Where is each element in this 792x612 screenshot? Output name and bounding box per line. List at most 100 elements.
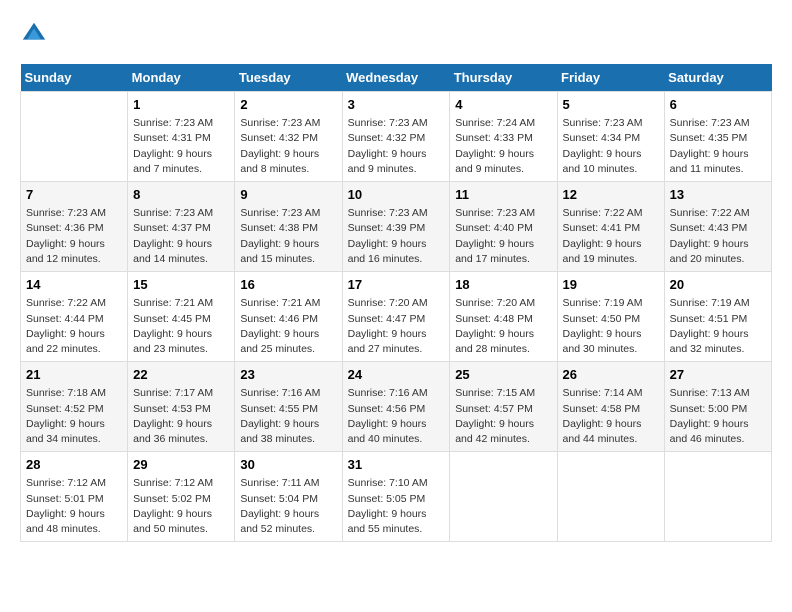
day-info: Sunrise: 7:18 AM Sunset: 4:52 PM Dayligh…: [26, 386, 122, 447]
calendar-cell: 5 Sunrise: 7:23 AM Sunset: 4:34 PM Daylig…: [557, 92, 664, 182]
day-info: Sunrise: 7:23 AM Sunset: 4:36 PM Dayligh…: [26, 206, 122, 267]
day-info: Sunrise: 7:23 AM Sunset: 4:37 PM Dayligh…: [133, 206, 229, 267]
day-number: 27: [670, 366, 766, 384]
calendar-cell: 13 Sunrise: 7:22 AM Sunset: 4:43 PM Dayli…: [664, 182, 771, 272]
day-number: 17: [348, 276, 445, 294]
calendar-cell: 10Sunrise: 7:23 AM Sunset: 4:39 PM Dayli…: [342, 182, 450, 272]
day-number: 3: [348, 96, 445, 114]
day-of-week-header: Wednesday: [342, 64, 450, 92]
calendar-cell: 31 Sunrise: 7:10 AM Sunset: 5:05 PM Dayli…: [342, 452, 450, 542]
day-of-week-header: Monday: [128, 64, 235, 92]
calendar-cell: 1Sunrise: 7:23 AM Sunset: 4:31 PM Daylig…: [128, 92, 235, 182]
calendar-cell: [664, 452, 771, 542]
day-number: 4: [455, 96, 551, 114]
day-info: Sunrise: 7:15 AM Sunset: 4:57 PM Dayligh…: [455, 386, 551, 447]
calendar-cell: 7 Sunrise: 7:23 AM Sunset: 4:36 PM Daylig…: [21, 182, 128, 272]
day-number: 6: [670, 96, 766, 114]
day-number: 26: [563, 366, 659, 384]
logo-icon: [20, 20, 48, 48]
calendar-cell: 11Sunrise: 7:23 AM Sunset: 4:40 PM Dayli…: [450, 182, 557, 272]
calendar-cell: 23 Sunrise: 7:16 AM Sunset: 4:55 PM Dayli…: [235, 362, 342, 452]
day-number: 19: [563, 276, 659, 294]
day-number: 10: [348, 186, 445, 204]
day-number: 30: [240, 456, 336, 474]
calendar-cell: [450, 452, 557, 542]
calendar-cell: 9 Sunrise: 7:23 AM Sunset: 4:38 PM Daylig…: [235, 182, 342, 272]
day-number: 2: [240, 96, 336, 114]
day-info: Sunrise: 7:23 AM Sunset: 4:38 PM Dayligh…: [240, 206, 336, 267]
day-number: 7: [26, 186, 122, 204]
calendar-cell: 8 Sunrise: 7:23 AM Sunset: 4:37 PM Daylig…: [128, 182, 235, 272]
calendar-cell: 28 Sunrise: 7:12 AM Sunset: 5:01 PM Dayli…: [21, 452, 128, 542]
day-info: Sunrise: 7:22 AM Sunset: 4:41 PM Dayligh…: [563, 206, 659, 267]
calendar-cell: 17 Sunrise: 7:20 AM Sunset: 4:47 PM Dayli…: [342, 272, 450, 362]
calendar-cell: 12 Sunrise: 7:22 AM Sunset: 4:41 PM Dayli…: [557, 182, 664, 272]
day-info: Sunrise: 7:16 AM Sunset: 4:55 PM Dayligh…: [240, 386, 336, 447]
day-info: Sunrise: 7:11 AM Sunset: 5:04 PM Dayligh…: [240, 476, 336, 537]
day-number: 5: [563, 96, 659, 114]
day-of-week-header: Tuesday: [235, 64, 342, 92]
day-info: Sunrise: 7:23 AM Sunset: 4:32 PM Dayligh…: [240, 116, 336, 177]
day-info: Sunrise: 7:20 AM Sunset: 4:48 PM Dayligh…: [455, 296, 551, 357]
calendar-cell: 22 Sunrise: 7:17 AM Sunset: 4:53 PM Dayli…: [128, 362, 235, 452]
day-number: 20: [670, 276, 766, 294]
day-info: Sunrise: 7:12 AM Sunset: 5:01 PM Dayligh…: [26, 476, 122, 537]
day-number: 24: [348, 366, 445, 384]
day-number: 28: [26, 456, 122, 474]
day-number: 16: [240, 276, 336, 294]
day-info: Sunrise: 7:20 AM Sunset: 4:47 PM Dayligh…: [348, 296, 445, 357]
day-number: 21: [26, 366, 122, 384]
day-info: Sunrise: 7:22 AM Sunset: 4:43 PM Dayligh…: [670, 206, 766, 267]
day-info: Sunrise: 7:16 AM Sunset: 4:56 PM Dayligh…: [348, 386, 445, 447]
day-number: 18: [455, 276, 551, 294]
day-number: 15: [133, 276, 229, 294]
day-info: Sunrise: 7:22 AM Sunset: 4:44 PM Dayligh…: [26, 296, 122, 357]
calendar-cell: 4 Sunrise: 7:24 AM Sunset: 4:33 PM Daylig…: [450, 92, 557, 182]
calendar-cell: 16 Sunrise: 7:21 AM Sunset: 4:46 PM Dayli…: [235, 272, 342, 362]
calendar-cell: 2 Sunrise: 7:23 AM Sunset: 4:32 PM Daylig…: [235, 92, 342, 182]
day-of-week-header: Thursday: [450, 64, 557, 92]
calendar-week-row: 21 Sunrise: 7:18 AM Sunset: 4:52 PM Dayli…: [21, 362, 772, 452]
calendar-cell: 19 Sunrise: 7:19 AM Sunset: 4:50 PM Dayli…: [557, 272, 664, 362]
day-info: Sunrise: 7:23 AM Sunset: 4:35 PM Dayligh…: [670, 116, 766, 177]
day-number: 31: [348, 456, 445, 474]
calendar-cell: 24 Sunrise: 7:16 AM Sunset: 4:56 PM Dayli…: [342, 362, 450, 452]
calendar-cell: 26 Sunrise: 7:14 AM Sunset: 4:58 PM Dayli…: [557, 362, 664, 452]
day-info: Sunrise: 7:12 AM Sunset: 5:02 PM Dayligh…: [133, 476, 229, 537]
calendar-week-row: 14 Sunrise: 7:22 AM Sunset: 4:44 PM Dayli…: [21, 272, 772, 362]
day-number: 11: [455, 186, 551, 204]
day-info: Sunrise: 7:19 AM Sunset: 4:50 PM Dayligh…: [563, 296, 659, 357]
day-number: 22: [133, 366, 229, 384]
calendar-week-row: 28 Sunrise: 7:12 AM Sunset: 5:01 PM Dayli…: [21, 452, 772, 542]
calendar-header-row: SundayMondayTuesdayWednesdayThursdayFrid…: [21, 64, 772, 92]
day-info: Sunrise: 7:19 AM Sunset: 4:51 PM Dayligh…: [670, 296, 766, 357]
day-of-week-header: Friday: [557, 64, 664, 92]
day-info: Sunrise: 7:13 AM Sunset: 5:00 PM Dayligh…: [670, 386, 766, 447]
day-number: 23: [240, 366, 336, 384]
calendar-cell: 25 Sunrise: 7:15 AM Sunset: 4:57 PM Dayli…: [450, 362, 557, 452]
day-info: Sunrise: 7:24 AM Sunset: 4:33 PM Dayligh…: [455, 116, 551, 177]
calendar-cell: [21, 92, 128, 182]
day-info: Sunrise: 7:23 AM Sunset: 4:34 PM Dayligh…: [563, 116, 659, 177]
day-of-week-header: Saturday: [664, 64, 771, 92]
day-number: 9: [240, 186, 336, 204]
day-info: Sunrise: 7:10 AM Sunset: 5:05 PM Dayligh…: [348, 476, 445, 537]
day-number: 8: [133, 186, 229, 204]
calendar-cell: 21 Sunrise: 7:18 AM Sunset: 4:52 PM Dayli…: [21, 362, 128, 452]
calendar-table: SundayMondayTuesdayWednesdayThursdayFrid…: [20, 64, 772, 542]
day-info: Sunrise: 7:21 AM Sunset: 4:46 PM Dayligh…: [240, 296, 336, 357]
calendar-cell: 30 Sunrise: 7:11 AM Sunset: 5:04 PM Dayli…: [235, 452, 342, 542]
day-info: Sunrise: 7:21 AM Sunset: 4:45 PM Dayligh…: [133, 296, 229, 357]
day-of-week-header: Sunday: [21, 64, 128, 92]
page-header: [20, 20, 772, 48]
day-number: 13: [670, 186, 766, 204]
calendar-cell: 20 Sunrise: 7:19 AM Sunset: 4:51 PM Dayli…: [664, 272, 771, 362]
day-number: 12: [563, 186, 659, 204]
day-info: Sunrise: 7:17 AM Sunset: 4:53 PM Dayligh…: [133, 386, 229, 447]
calendar-cell: 14 Sunrise: 7:22 AM Sunset: 4:44 PM Dayli…: [21, 272, 128, 362]
day-number: 25: [455, 366, 551, 384]
day-info: Sunrise: 7:14 AM Sunset: 4:58 PM Dayligh…: [563, 386, 659, 447]
calendar-cell: 18 Sunrise: 7:20 AM Sunset: 4:48 PM Dayli…: [450, 272, 557, 362]
day-number: 14: [26, 276, 122, 294]
calendar-cell: 27 Sunrise: 7:13 AM Sunset: 5:00 PM Dayli…: [664, 362, 771, 452]
